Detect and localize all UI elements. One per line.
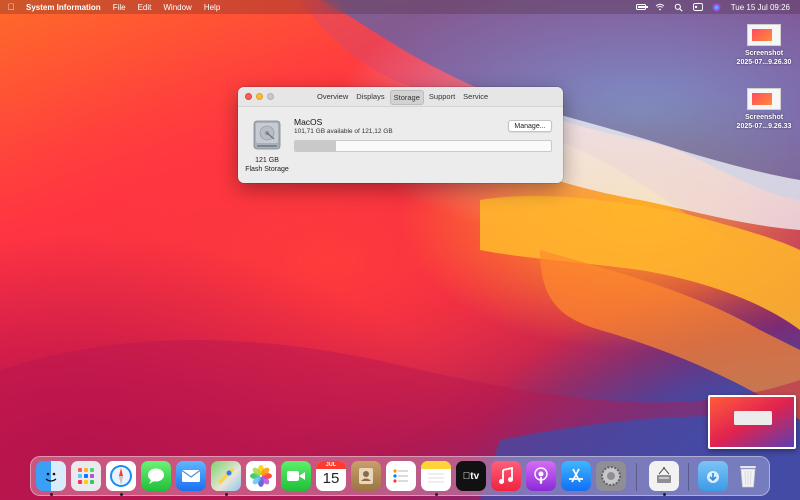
photos-icon[interactable] [246, 461, 276, 491]
launchpad-icon[interactable] [71, 461, 101, 491]
control-center-icon[interactable] [692, 3, 703, 11]
menu-window[interactable]: Window [157, 3, 197, 12]
menu-clock[interactable]: Tue 15 Jul 09:26 [731, 3, 790, 12]
podcasts-icon[interactable] [526, 461, 556, 491]
volume-availability: 101,71 GB available of 121,12 GB [294, 128, 393, 135]
downloads-folder-icon[interactable] [698, 461, 728, 491]
desktop-file-name-line1: Screenshot [744, 114, 784, 121]
notes-running-indicator [434, 493, 438, 496]
screenshot-thumbnail-icon [747, 24, 781, 46]
disk-size-label: 121 GB Flash Storage [242, 157, 292, 174]
calendar-icon[interactable]: JUL 15 [316, 461, 346, 491]
dock-separator [688, 463, 689, 491]
safari-icon[interactable] [106, 461, 136, 491]
finder-running-indicator [49, 493, 53, 496]
tab-overview[interactable]: Overview [314, 90, 351, 105]
messages-icon[interactable] [141, 461, 171, 491]
tv-icon[interactable]: tv [456, 461, 486, 491]
trash-icon[interactable] [733, 461, 763, 491]
desktop-file-name-line2: 2025-07...9.26.33 [736, 123, 792, 130]
menu-status-area: Tue 15 Jul 09:26 [635, 3, 800, 12]
storage-usage-fill [295, 141, 336, 151]
system-information-icon[interactable] [649, 461, 679, 491]
finder-icon[interactable] [36, 461, 66, 491]
system-information-running-indicator [662, 493, 666, 496]
maps-icon[interactable] [211, 461, 241, 491]
desktop-file-screenshot-1[interactable]: Screenshot 2025-07...9.26.30 [727, 24, 800, 67]
facetime-icon[interactable] [281, 461, 311, 491]
storage-pane: 121 GB Flash Storage MacOS 101,71 GB ava… [238, 107, 563, 183]
menu-bar:  System Information File Edit Window He… [0, 0, 800, 14]
battery-icon[interactable] [635, 3, 648, 11]
siri-icon[interactable] [712, 3, 722, 11]
music-icon[interactable] [491, 461, 521, 491]
dock-separator [636, 463, 637, 491]
system-preferences-icon[interactable] [596, 461, 626, 491]
minimize-button[interactable] [256, 93, 263, 100]
preview-window-thumbnail [734, 411, 772, 425]
search-icon[interactable] [674, 3, 684, 12]
hard-drive-icon [253, 120, 281, 150]
contacts-icon[interactable] [351, 461, 381, 491]
tab-bar: Overview Displays Storage Support Servic… [314, 90, 491, 105]
calendar-day: 15 [322, 470, 340, 487]
reminders-icon[interactable] [386, 461, 416, 491]
app-store-icon[interactable] [561, 461, 591, 491]
calendar-month: JUL [316, 461, 346, 469]
mail-icon[interactable] [176, 461, 206, 491]
tab-displays[interactable]: Displays [353, 90, 387, 105]
notes-icon[interactable] [421, 461, 451, 491]
desktop-file-screenshot-2[interactable]: Screenshot 2025-07...9.26.33 [727, 88, 800, 131]
tab-support[interactable]: Support [426, 90, 458, 105]
tv-label: tv [466, 470, 479, 482]
storage-usage-bar [294, 140, 552, 152]
close-button[interactable] [245, 93, 252, 100]
menu-file[interactable]: File [107, 3, 132, 12]
system-information-window: Overview Displays Storage Support Servic… [238, 87, 563, 183]
screenshot-thumbnail-icon [747, 88, 781, 110]
safari-running-indicator [119, 493, 123, 496]
disk-type: Flash Storage [245, 165, 289, 173]
wifi-icon[interactable] [655, 3, 665, 11]
window-controls [238, 93, 274, 100]
dock: JUL 15 tv [30, 456, 770, 496]
desktop-file-name-line2: 2025-07...9.26.30 [736, 59, 792, 66]
window-titlebar[interactable]: Overview Displays Storage Support Servic… [238, 87, 563, 107]
menu-edit[interactable]: Edit [132, 3, 158, 12]
menu-help[interactable]: Help [198, 3, 226, 12]
screenshot-preview-thumbnail[interactable] [708, 395, 796, 449]
desktop-file-name-line1: Screenshot [744, 50, 784, 57]
tab-service[interactable]: Service [460, 90, 491, 105]
volume-name: MacOS [294, 117, 323, 127]
disk-capacity: 121 GB [255, 157, 279, 164]
manage-button[interactable]: Manage... [508, 120, 552, 132]
wallpaper [0, 0, 800, 500]
apple-menu-icon[interactable]:  [0, 2, 22, 12]
maps-running-indicator [224, 493, 228, 496]
tab-storage[interactable]: Storage [389, 90, 424, 105]
zoom-button[interactable] [267, 93, 274, 100]
menu-app-name[interactable]: System Information [22, 3, 107, 12]
